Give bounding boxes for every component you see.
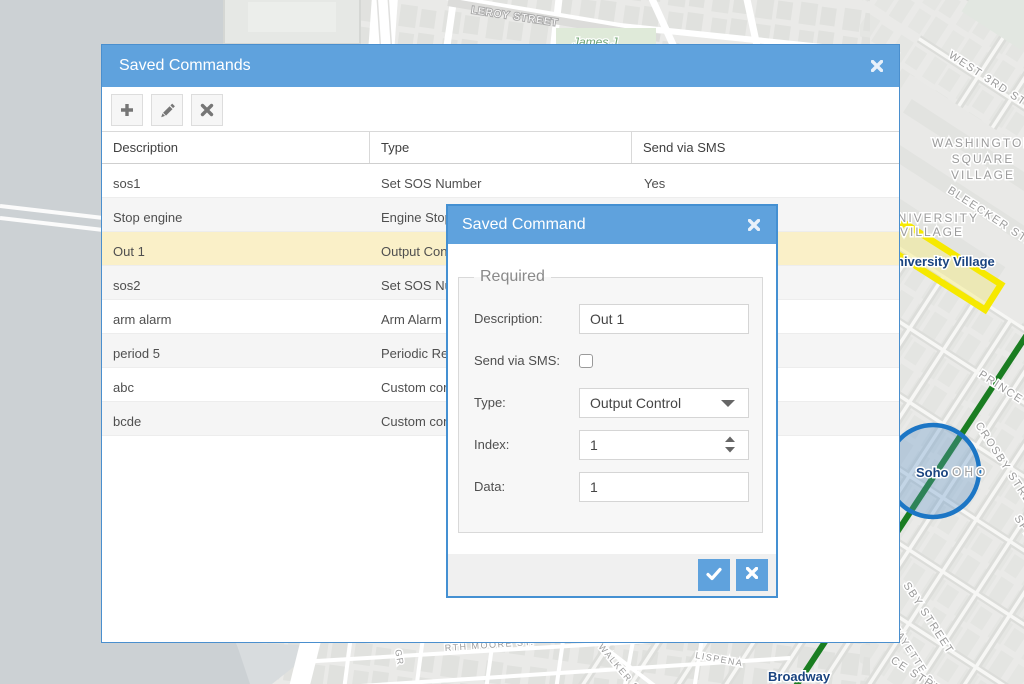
svg-text:SQUARE: SQUARE: [952, 152, 1015, 166]
svg-text:WASHINGTON: WASHINGTON: [932, 136, 1024, 150]
svg-text:niversity Village: niversity Village: [896, 254, 995, 269]
svg-text:OHO: OHO: [952, 465, 988, 479]
svg-text:Soho: Soho: [916, 465, 949, 480]
svg-text:Broadway: Broadway: [768, 669, 831, 684]
svg-text:UNIVERSITY: UNIVERSITY: [887, 211, 979, 225]
svg-text:VILLAGE: VILLAGE: [951, 168, 1015, 182]
svg-text:VILLAGE: VILLAGE: [900, 225, 964, 239]
